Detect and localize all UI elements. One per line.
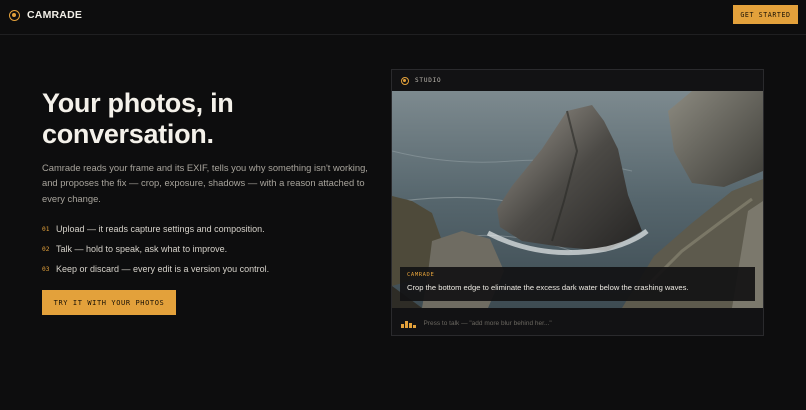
coastal-rocks-photo[interactable]: CAMRADE Crop the bottom edge to eliminat… [392, 91, 763, 308]
step-number: 01 [42, 225, 50, 233]
hero-title: Your photos, in conversation. [42, 88, 234, 149]
caption-text: Crop the bottom edge to eliminate the ex… [407, 283, 689, 292]
voice-input-hint: Press to talk — "add more blur behind he… [423, 320, 552, 327]
studio-preview: STUDIO CAMRADE Crop the bottom edge to e… [391, 69, 764, 336]
steps-list: 01 Upload — it reads capture settings an… [42, 219, 269, 279]
step-number: 03 [42, 265, 50, 273]
brand-name: CAMRADE [27, 9, 83, 21]
step-number: 02 [42, 245, 50, 253]
voice-input-bar[interactable]: Press to talk — "add more blur behind he… [392, 312, 763, 335]
ai-suggestion-caption: CAMRADE Crop the bottom edge to eliminat… [400, 267, 755, 301]
try-with-photos-button[interactable]: TRY IT WITH YOUR PHOTOS [42, 290, 176, 315]
top-nav: CAMRADE GET STARTED [0, 0, 806, 35]
step-text: Keep or discard — every edit is a versio… [56, 264, 270, 274]
camrade-logo-icon [9, 9, 20, 21]
voice-bars-icon[interactable] [401, 319, 416, 328]
studio-header: STUDIO [392, 70, 763, 91]
step-item: 03 Keep or discard — every edit is a ver… [42, 259, 269, 279]
step-text: Upload — it reads capture settings and c… [56, 224, 265, 234]
step-item: 01 Upload — it reads capture settings an… [42, 219, 269, 239]
step-item: 02 Talk — hold to speak, ask what to imp… [42, 239, 269, 259]
caption-tag: CAMRADE [407, 272, 435, 278]
studio-logo-icon [401, 76, 409, 85]
brand-logo[interactable]: CAMRADE [9, 9, 82, 21]
get-started-button[interactable]: GET STARTED [733, 5, 798, 24]
hero-description: Camrade reads your frame and its EXIF, t… [42, 162, 368, 204]
step-text: Talk — hold to speak, ask what to improv… [56, 244, 228, 254]
studio-label: STUDIO [415, 77, 442, 84]
